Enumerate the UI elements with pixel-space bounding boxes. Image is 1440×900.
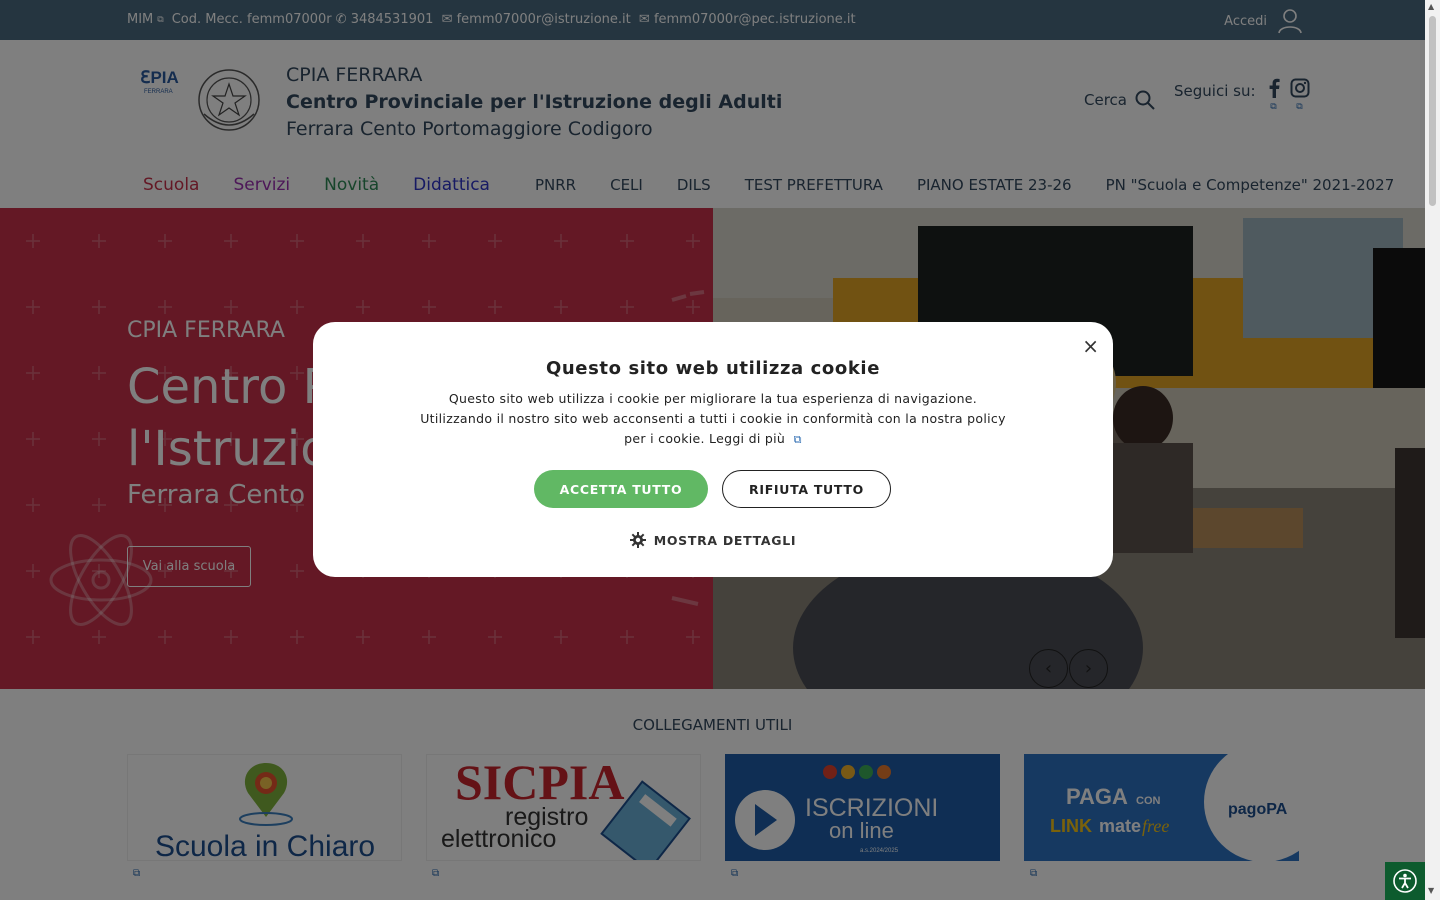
cookie-body-text: Questo sito web utilizza i cookie per mi… xyxy=(420,391,1006,446)
scroll-down-arrow-icon[interactable]: ▼ xyxy=(1428,886,1434,895)
show-details-label: MOSTRA DETTAGLI xyxy=(653,532,797,548)
cookie-consent-dialog: × Questo sito web utilizza cookie Questo… xyxy=(313,322,1113,577)
scroll-up-arrow-icon[interactable]: ▲ xyxy=(1428,2,1434,11)
show-details-button[interactable]: MOSTRA DETTAGLI xyxy=(313,532,1113,548)
close-icon[interactable]: × xyxy=(1082,334,1099,358)
reject-all-button[interactable]: RIFIUTA TUTTO xyxy=(722,470,891,508)
accept-all-button[interactable]: ACCETTA TUTTO xyxy=(534,470,708,508)
accessibility-button[interactable] xyxy=(1385,862,1425,900)
cookie-title: Questo sito web utilizza cookie xyxy=(545,358,881,379)
gear-icon xyxy=(629,532,646,548)
cookie-body: Questo sito web utilizza i cookie per mi… xyxy=(413,389,1013,450)
scrollbar-thumb[interactable] xyxy=(1429,16,1436,206)
read-more-external-link-icon[interactable]: ⧉ xyxy=(794,433,802,446)
page-scrollbar[interactable]: ▲ ▼ xyxy=(1425,0,1440,900)
accessibility-icon xyxy=(1393,869,1417,893)
